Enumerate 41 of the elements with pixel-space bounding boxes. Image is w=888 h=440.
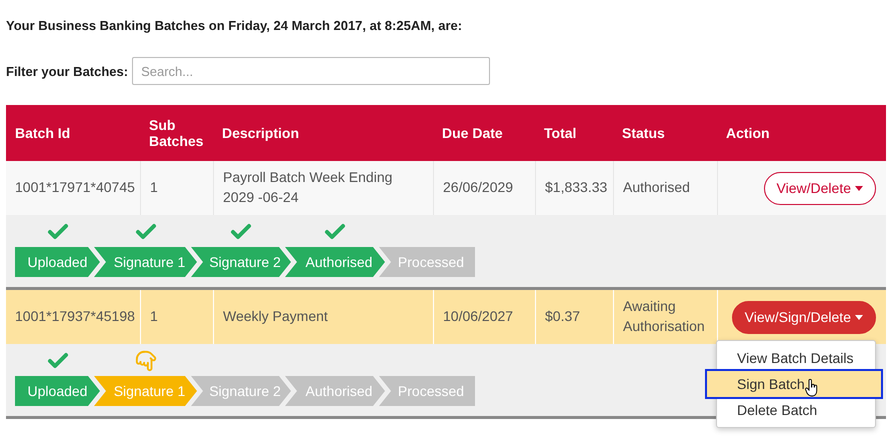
progress-step: Signature 1 bbox=[94, 247, 197, 277]
menu-item[interactable]: View Batch Details bbox=[717, 345, 875, 371]
caret-icon bbox=[855, 186, 863, 190]
menu-item[interactable]: Sign Batch bbox=[707, 371, 881, 397]
column-header: Description bbox=[221, 124, 300, 143]
table-cell-text: Authorised bbox=[623, 178, 690, 198]
progress-step: Uploaded bbox=[15, 247, 100, 277]
page-heading: Your Business Banking Batches on Friday, 24 March 2017, at 8:25AM, are: bbox=[6, 18, 464, 33]
table-cell-text: Payroll Batch Week Ending 2029 -06-24 bbox=[223, 168, 394, 207]
table-cell-text: 10/06/2027 bbox=[443, 307, 514, 326]
progress-step: Signature 2 bbox=[191, 247, 291, 277]
column-header: Total bbox=[543, 124, 578, 143]
column-header: Sub Batches bbox=[148, 116, 204, 151]
progress-step: Signature 1 bbox=[94, 376, 197, 406]
column-header: Status bbox=[621, 124, 666, 143]
table-cell-text: Weekly Payment bbox=[223, 307, 328, 326]
table-cell-text: 1001*17971*40745 bbox=[15, 178, 135, 198]
table-cell-text: 1 bbox=[150, 178, 158, 198]
progress-step: Signature 2 bbox=[191, 376, 291, 406]
table-cell-text: 1001*17937*45198 bbox=[15, 307, 135, 326]
table-cell-text: 26/06/2029 bbox=[443, 178, 514, 198]
caret-icon bbox=[855, 314, 863, 320]
progress-step: Authorised bbox=[285, 247, 385, 277]
action-dropdown-button[interactable]: View/Sign/Delete bbox=[732, 300, 876, 334]
column-header: Due Date bbox=[441, 124, 504, 143]
progress-step: Uploaded bbox=[15, 376, 100, 406]
menu-item[interactable]: Delete Batch bbox=[717, 397, 875, 423]
progress-step: Processed bbox=[379, 376, 475, 406]
hand-cursor-icon bbox=[805, 379, 819, 397]
column-header: Batch Id bbox=[14, 124, 72, 143]
table-cell-text: $1,833.33 bbox=[545, 178, 608, 198]
column-header: Action bbox=[725, 124, 771, 143]
search-field[interactable]: Search... bbox=[132, 57, 490, 85]
pointing-hand-icon bbox=[134, 350, 156, 372]
table-cell-text: 1 bbox=[150, 307, 158, 326]
filter-label: Filter your Batches: bbox=[6, 64, 128, 78]
table-cell-text: Awaiting Authorisation bbox=[623, 297, 706, 336]
table-cell-text: $0.37 bbox=[545, 307, 580, 326]
progress-step: Processed bbox=[379, 247, 475, 277]
action-dropdown-button[interactable]: View/Delete bbox=[764, 172, 876, 204]
progress-step: Authorised bbox=[285, 376, 385, 406]
